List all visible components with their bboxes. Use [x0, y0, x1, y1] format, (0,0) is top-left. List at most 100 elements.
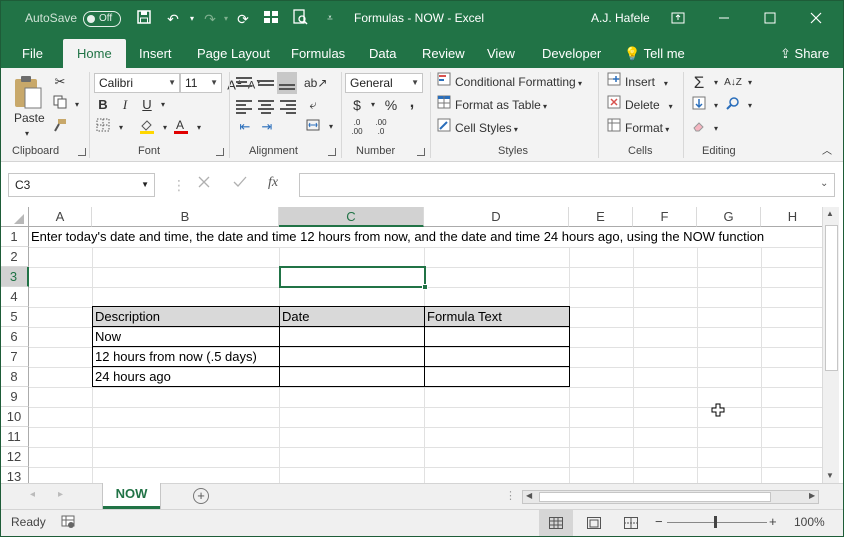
new-sheet-icon[interactable]: + [193, 488, 209, 504]
zoom-slider-thumb[interactable] [714, 516, 717, 528]
table-cell-description[interactable]: 12 hours from now (.5 days) [92, 346, 280, 367]
table-cell-formula-text[interactable] [424, 326, 570, 347]
cut-icon[interactable]: ✂ [51, 72, 69, 92]
align-right-icon[interactable] [280, 100, 296, 114]
top-align-icon[interactable] [236, 77, 252, 91]
table-cell-date[interactable] [279, 326, 425, 347]
macro-record-icon[interactable] [61, 515, 75, 532]
table-cell-formula-text[interactable] [424, 366, 570, 387]
number-launcher-icon[interactable] [417, 148, 425, 156]
active-cell-c3[interactable] [279, 266, 428, 290]
refresh-icon[interactable]: ⟳ [233, 9, 253, 29]
normal-view-button[interactable] [539, 510, 573, 537]
table-cell-date[interactable] [279, 366, 425, 387]
grid-icon[interactable] [261, 9, 281, 29]
copy-dropdown-icon[interactable]: ▾ [68, 95, 86, 115]
tab-page-layout[interactable]: Page Layout [197, 46, 270, 61]
close-icon[interactable] [806, 9, 826, 29]
table-cell-formula-text[interactable] [424, 346, 570, 367]
merge-dropdown-icon[interactable]: ▾ [322, 117, 340, 137]
wrap-text-icon[interactable]: ⤶ [304, 95, 322, 115]
share-button[interactable]: ⇪ Share [780, 46, 829, 62]
paste-button[interactable]: Paste [14, 108, 45, 128]
column-header-e[interactable]: E [569, 207, 633, 227]
fill-dropdown-icon[interactable]: ▾ [707, 96, 725, 116]
row-header[interactable]: 1 [0, 227, 29, 247]
orientation-icon[interactable]: ab↗ [304, 73, 327, 93]
format-cells-button[interactable]: Format ▾ [606, 118, 669, 138]
comma-button[interactable]: , [403, 93, 421, 113]
cell-a1[interactable]: Enter today's date and time, the date an… [29, 227, 822, 247]
borders-dropdown-icon[interactable]: ▾ [112, 118, 130, 138]
minimize-icon[interactable] [714, 9, 734, 29]
decrease-indent-icon[interactable]: ⇤ [236, 117, 254, 137]
percent-button[interactable]: % [382, 95, 400, 115]
expand-formula-bar-icon[interactable]: ⌄ [820, 178, 828, 189]
row-header[interactable]: 13 [0, 467, 29, 483]
currency-dropdown-icon[interactable]: ▾ [364, 95, 382, 115]
paste-icon[interactable] [12, 74, 44, 110]
tab-developer[interactable]: Developer [542, 46, 601, 61]
row-header[interactable]: 7 [0, 347, 29, 367]
tab-formulas[interactable]: Formulas [291, 46, 345, 61]
zoom-in-button[interactable]: + [769, 514, 777, 529]
select-all-corner[interactable] [0, 207, 29, 227]
find-select-dropdown-icon[interactable]: ▾ [741, 96, 759, 116]
cell-styles-button[interactable]: Cell Styles ▾ [436, 118, 518, 138]
sheet-tab-now[interactable]: NOW [103, 483, 160, 509]
scroll-tabs-right-icon[interactable]: ▸ [58, 489, 63, 500]
fill-color-icon[interactable] [138, 118, 156, 138]
font-launcher-icon[interactable] [216, 148, 224, 156]
zoom-slider-track[interactable] [667, 522, 767, 523]
column-header-c[interactable]: C [279, 207, 424, 227]
row-header[interactable]: 4 [0, 287, 29, 307]
confirm-entry-icon[interactable] [232, 175, 250, 193]
column-header-g[interactable]: G [697, 207, 761, 227]
row-header[interactable]: 5 [0, 307, 29, 327]
column-header-b[interactable]: B [92, 207, 279, 227]
font-name-dropdown[interactable]: Calibri ▼ [94, 73, 180, 93]
row-header[interactable]: 11 [0, 427, 29, 447]
find-select-icon[interactable] [724, 96, 742, 116]
column-header-h[interactable]: H [761, 207, 822, 227]
tab-review[interactable]: Review [422, 46, 465, 61]
number-format-dropdown[interactable]: General ▼ [345, 73, 423, 93]
increase-decimal-button[interactable]: .0 .00 [348, 118, 366, 138]
align-left-icon[interactable] [236, 100, 252, 114]
conditional-formatting-button[interactable]: Conditional Formatting ▾ [436, 72, 582, 92]
scroll-down-icon[interactable]: ▼ [826, 471, 834, 480]
cancel-entry-icon[interactable] [197, 175, 215, 193]
table-cell-date[interactable] [279, 346, 425, 367]
undo-dropdown-icon[interactable]: ▾ [182, 9, 202, 29]
insert-cells-button[interactable]: Insert ▾ [606, 72, 668, 92]
row-header[interactable]: 9 [0, 387, 29, 407]
vertical-scrollbar[interactable]: ▲ ▼ [822, 207, 839, 483]
worksheet-grid[interactable]: A B C D E F G H 1 2 3 4 5 6 7 8 9 10 11 … [0, 207, 822, 483]
tab-home[interactable]: Home [63, 39, 126, 68]
font-color-icon[interactable]: A [172, 118, 190, 138]
print-preview-icon[interactable] [290, 9, 310, 29]
scroll-right-icon[interactable]: ▶ [809, 491, 815, 500]
tab-insert[interactable]: Insert [139, 46, 172, 61]
clear-dropdown-icon[interactable]: ▾ [707, 119, 725, 139]
increase-indent-icon[interactable]: ⇥ [258, 117, 276, 137]
zoom-level[interactable]: 100% [794, 515, 825, 529]
middle-align-icon[interactable] [258, 77, 274, 91]
scroll-tabs-left-icon[interactable]: ◂ [30, 489, 35, 500]
tab-data[interactable]: Data [369, 46, 396, 61]
fill-handle[interactable] [422, 284, 428, 290]
sort-filter-dropdown-icon[interactable]: ▾ [741, 73, 759, 93]
autosave-toggle[interactable]: Off [83, 11, 121, 27]
horizontal-scroll-thumb[interactable] [539, 492, 771, 502]
table-cell-description[interactable]: 24 hours ago [92, 366, 280, 387]
page-break-view-icon[interactable] [624, 517, 638, 532]
table-header-description[interactable]: Description [92, 306, 280, 327]
undo-icon[interactable]: ↶ [163, 9, 183, 29]
zoom-out-button[interactable]: − [655, 514, 663, 529]
autosum-dropdown-icon[interactable]: ▾ [707, 73, 725, 93]
center-icon[interactable] [258, 100, 274, 114]
paste-dropdown-icon[interactable]: ▾ [25, 124, 29, 144]
tab-view[interactable]: View [487, 46, 515, 61]
bold-button[interactable]: B [94, 95, 112, 115]
clipboard-launcher-icon[interactable] [78, 148, 86, 156]
